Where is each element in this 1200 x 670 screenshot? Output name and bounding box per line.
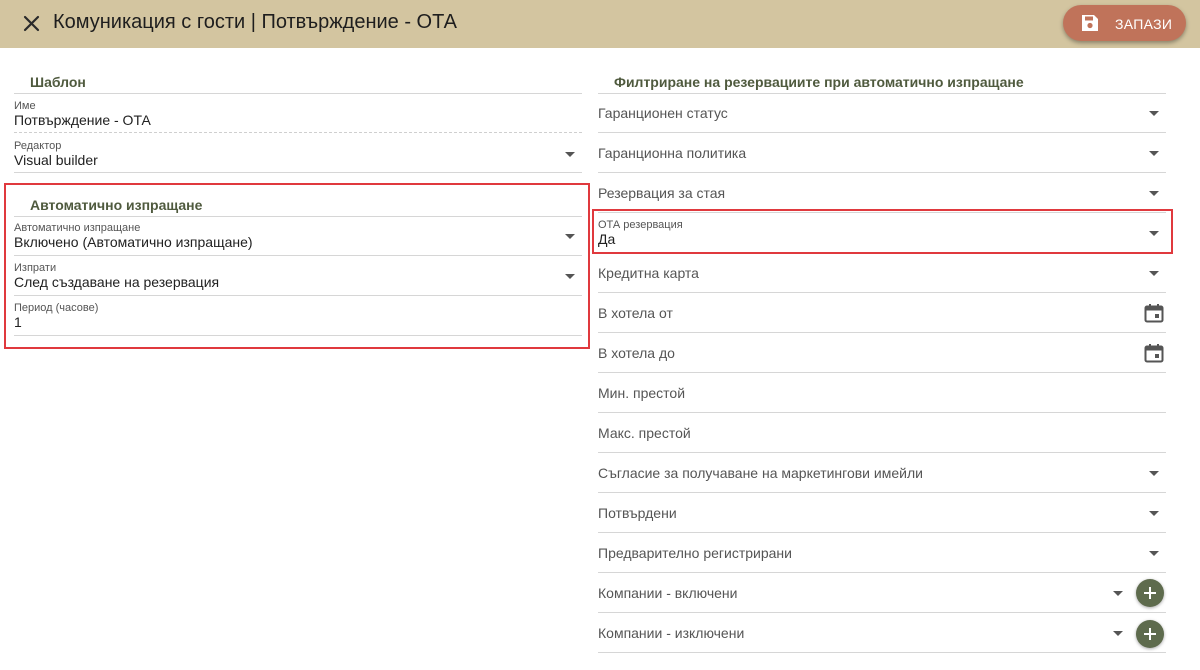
companies-excluded-label: Компании - изключени [598,625,745,641]
page-title: Комуникация с гости | Потвърждение - ОТА [53,11,458,33]
floppy-disk-icon [1080,13,1100,33]
guarantee-status-label: Гаранционен статус [598,105,728,121]
highlight-box [592,209,1173,254]
name-field-label: Име [14,100,36,112]
chevron-down-icon [1149,271,1159,276]
field-underline [14,335,582,336]
calendar-icon[interactable] [1144,303,1164,323]
in-hotel-to-input[interactable]: В хотела до [598,333,1166,373]
chevron-down-icon [1149,511,1159,516]
save-button[interactable]: ЗАПАЗИ [1063,5,1186,41]
guarantee-policy-select[interactable]: Гаранционна политика [598,133,1166,173]
period-input-label: Период (часове) [14,302,99,314]
send-select-value: След създаване на резервация [14,274,220,290]
send-select-label: Изпрати [14,262,57,274]
preregistered-label: Предварително регистрирани [598,545,792,561]
field-underline [598,652,1166,653]
min-stay-input[interactable]: Мин. престой [598,373,1166,413]
confirmed-label: Потвърдени [598,505,677,521]
guarantee-status-select[interactable]: Гаранционен статус [598,93,1166,133]
calendar-icon[interactable] [1144,343,1164,363]
plus-icon [1149,628,1151,640]
credit-card-select[interactable]: Кредитна карта [598,253,1166,293]
chevron-down-icon [1149,551,1159,556]
max-stay-input[interactable]: Макс. престой [598,413,1166,453]
room-reservation-select[interactable]: Резервация за стая [598,173,1166,213]
add-company-excluded-button[interactable] [1136,620,1164,648]
chevron-down-icon [1149,471,1159,476]
chevron-down-icon [565,234,575,239]
auto-send-select[interactable]: Автоматично изпращане Включено (Автомати… [14,216,582,256]
template-section-title: Шаблон [30,74,86,90]
editor-select-label: Редактор [14,140,62,152]
chevron-down-icon [1149,111,1159,116]
chevron-down-icon [1149,151,1159,156]
name-field[interactable]: Име Потвърждение - ОТА [14,93,582,133]
in-hotel-from-label: В хотела от [598,305,673,321]
close-icon[interactable] [18,10,46,38]
companies-included-select[interactable]: Компании - включени [598,573,1166,613]
room-reservation-label: Резервация за стая [598,185,726,201]
period-input[interactable]: Период (часове) 1 [14,296,582,336]
min-stay-label: Мин. престой [598,385,686,401]
chevron-down-icon [1113,591,1123,596]
max-stay-label: Макс. престой [598,425,691,441]
chevron-down-icon [565,274,575,279]
add-company-included-button[interactable] [1136,579,1164,607]
guarantee-policy-label: Гаранционна политика [598,145,747,161]
in-hotel-to-label: В хотела до [598,345,675,361]
name-field-value: Потвърждение - ОТА [14,112,151,128]
editor-select-value: Visual builder [14,152,98,168]
companies-excluded-select[interactable]: Компании - изключени [598,613,1166,653]
send-select[interactable]: Изпрати След създаване на резервация [14,256,582,296]
chevron-down-icon [1113,631,1123,636]
chevron-down-icon [565,152,575,157]
save-button-label: ЗАПАЗИ [1115,16,1173,32]
auto-send-section-title: Автоматично изпращане [30,197,203,213]
auto-send-select-value: Включено (Автоматично изпращане) [14,234,253,250]
in-hotel-from-input[interactable]: В хотела от [598,293,1166,333]
credit-card-label: Кредитна карта [598,265,699,281]
period-input-value: 1 [14,314,22,330]
top-bar: Комуникация с гости | Потвърждение - ОТА… [0,0,1200,48]
marketing-consent-select[interactable]: Съгласие за получаване на маркетингови и… [598,453,1166,493]
confirmed-select[interactable]: Потвърдени [598,493,1166,533]
preregistered-select[interactable]: Предварително регистрирани [598,533,1166,573]
editor-select[interactable]: Редактор Visual builder [14,133,582,173]
companies-included-label: Компании - включени [598,585,738,601]
filter-section-title: Филтриране на резервациите при автоматич… [614,74,1024,90]
marketing-consent-label: Съгласие за получаване на маркетингови и… [598,465,923,481]
chevron-down-icon [1149,191,1159,196]
auto-send-select-label: Автоматично изпращане [14,222,141,234]
field-underline [14,172,582,173]
plus-icon [1149,587,1151,599]
